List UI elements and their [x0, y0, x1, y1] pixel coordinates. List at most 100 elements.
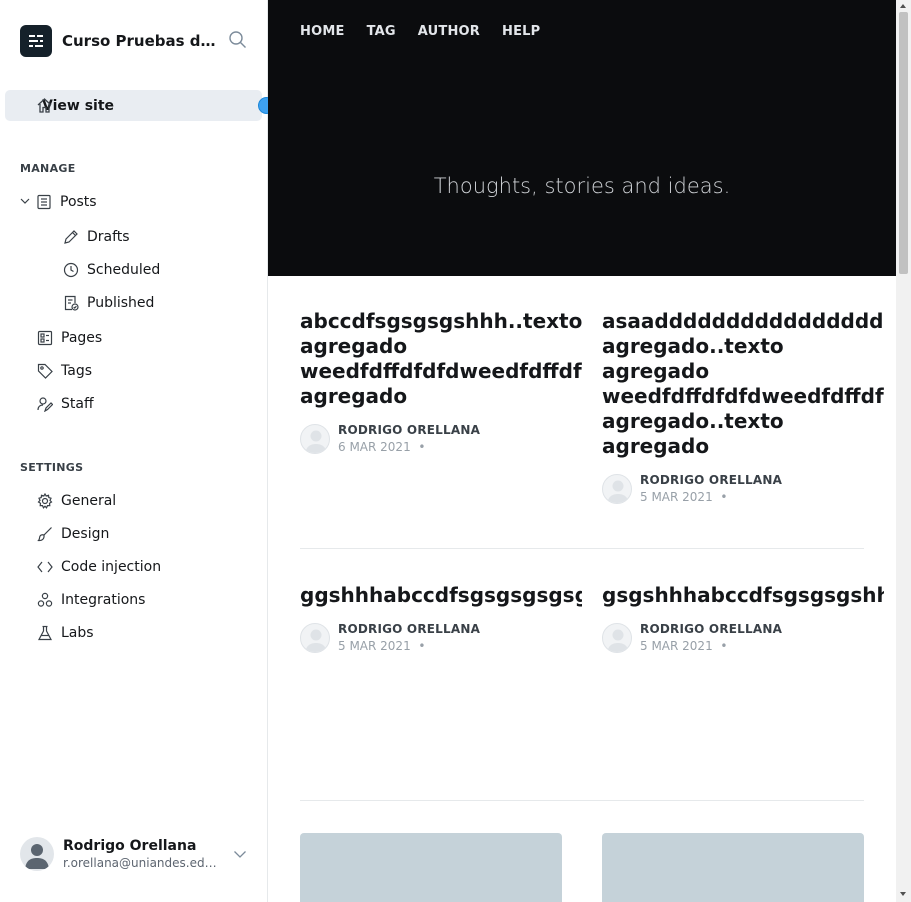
author-avatar[interactable] — [602, 622, 632, 653]
sidebar-item-scheduled[interactable]: Scheduled — [62, 258, 160, 282]
site-logo-icon — [20, 25, 52, 57]
post-title-line: abccdfsgsgsgshhh..texto — [300, 309, 582, 333]
sidebar-item-general[interactable]: General — [36, 489, 116, 513]
chevron-down-icon[interactable] — [20, 194, 32, 210]
site-title: Curso Pruebas de Software — [62, 32, 217, 50]
post-author[interactable]: RODRIGO ORELLANA — [640, 473, 782, 487]
post-author[interactable]: RODRIGO ORELLANA — [338, 423, 480, 437]
sidebar-item-label: Integrations — [61, 592, 146, 608]
meta-separator: • — [418, 639, 426, 653]
sidebar-item-labs[interactable]: Labs — [36, 621, 94, 645]
meta-separator: • — [720, 639, 728, 653]
post-title-line: agregado..texto — [602, 334, 784, 358]
meta-separator: • — [720, 490, 728, 504]
divider — [300, 800, 864, 801]
nav-tag-link[interactable]: TAG — [367, 24, 396, 39]
sidebar-item-posts[interactable]: Posts — [20, 190, 97, 214]
post-date-text: 5 MAR 2021 — [640, 490, 713, 504]
scroll-down-arrow-icon[interactable] — [900, 892, 906, 896]
post-title-line: agregado — [300, 334, 408, 358]
sidebar-item-label: Labs — [61, 625, 94, 641]
scrollbar[interactable] — [896, 0, 911, 902]
post-author[interactable]: RODRIGO ORELLANA — [640, 622, 782, 636]
manage-section-title: MANAGE — [20, 162, 76, 175]
post-author[interactable]: RODRIGO ORELLANA — [338, 622, 480, 636]
scroll-up-arrow-icon[interactable] — [900, 4, 906, 8]
sidebar-item-label: Code injection — [61, 559, 162, 575]
post-title-line: gsgshhhabccdfsgsgsgshhh — [602, 583, 884, 607]
nav-author-link[interactable]: AUTHOR — [418, 24, 480, 39]
post-title-line: agregado — [602, 359, 710, 383]
site-nav: HOME TAG AUTHOR HELP — [300, 24, 562, 39]
post-feature-image[interactable] — [602, 833, 864, 902]
chevron-down-icon[interactable] — [233, 846, 247, 865]
site-brand[interactable]: Curso Pruebas de Software — [20, 24, 217, 58]
post-title-line: agregado — [300, 384, 408, 408]
post-title-line: agregado..texto — [602, 409, 784, 433]
sidebar-item-label: General — [61, 493, 117, 509]
nav-home-link[interactable]: HOME — [300, 24, 345, 39]
sidebar-item-label: Tags — [61, 363, 92, 379]
clock-icon — [62, 261, 80, 279]
tag-icon — [36, 362, 54, 380]
gear-icon — [36, 492, 54, 510]
sidebar-item-drafts[interactable]: Drafts — [62, 225, 130, 249]
site-description: Thoughts, stories and ideas. — [433, 174, 731, 198]
post-title[interactable]: abccdfsgsgsgshhh..texto agregado weedfdf… — [300, 309, 582, 409]
sidebar-item-integrations[interactable]: Integrations — [36, 588, 145, 612]
published-icon — [62, 294, 80, 312]
post-date: 5 MAR 2021 • — [338, 639, 480, 653]
sidebar-item-label: Drafts — [87, 229, 130, 245]
post-card[interactable]: abccdfsgsgsgshhh..texto agregado weedfdf… — [300, 309, 582, 454]
sidebar-item-design[interactable]: Design — [36, 522, 109, 546]
sidebar-item-code-injection[interactable]: Code injection — [36, 555, 161, 579]
post-card[interactable]: asaaddddddddddddddddddddd agregado..text… — [602, 309, 884, 504]
avatar — [20, 837, 54, 871]
post-title[interactable]: gsgshhhabccdfsgsgsgshhh — [602, 583, 884, 608]
post-card[interactable]: gsgshhhabccdfsgsgsgshhh RODRIGO ORELLANA… — [602, 583, 884, 653]
code-icon — [36, 558, 54, 576]
user-menu[interactable]: Rodrigo Orellana r.orellana@uniandes.edu… — [20, 834, 255, 874]
site-preview: HOME TAG AUTHOR HELP Thoughts, stories a… — [268, 0, 896, 902]
flask-icon — [36, 624, 54, 642]
post-date-text: 5 MAR 2021 — [338, 639, 411, 653]
sidebar-item-label: Published — [87, 295, 155, 311]
sidebar-item-label: Staff — [61, 396, 94, 412]
search-icon[interactable] — [228, 30, 248, 50]
user-email: r.orellana@uniandes.edu.co — [63, 856, 223, 870]
pencil-icon — [62, 228, 80, 246]
home-icon — [36, 97, 53, 118]
pages-icon — [36, 329, 54, 347]
author-avatar[interactable] — [300, 423, 330, 454]
author-avatar[interactable] — [300, 622, 330, 653]
sidebar-item-label: Scheduled — [87, 262, 161, 278]
sidebar-item-label: Pages — [61, 330, 103, 346]
post-title[interactable]: ggshhhabccdfsgsgsgsgsgshhh — [300, 583, 582, 608]
sidebar-item-staff[interactable]: Staff — [36, 392, 94, 416]
author-avatar[interactable] — [602, 473, 632, 504]
post-title[interactable]: asaaddddddddddddddddddddd agregado..text… — [602, 309, 884, 459]
post-meta: RODRIGO ORELLANA 5 MAR 2021 • — [602, 473, 884, 504]
scrollbar-thumb[interactable] — [899, 12, 908, 274]
post-meta: RODRIGO ORELLANA 5 MAR 2021 • — [602, 622, 884, 653]
view-site-link[interactable]: View site — [5, 90, 262, 121]
post-title-line: ggshhhabccdfsgsgsgsgsgshhh — [300, 583, 582, 607]
settings-section-title: SETTINGS — [20, 461, 84, 474]
post-meta: RODRIGO ORELLANA 5 MAR 2021 • — [300, 622, 582, 653]
user-info: Rodrigo Orellana r.orellana@uniandes.edu… — [63, 838, 223, 870]
sidebar-item-tags[interactable]: Tags — [36, 359, 92, 383]
sidebar-item-pages[interactable]: Pages — [36, 326, 102, 350]
post-title-line: agregado — [602, 434, 710, 458]
posts-icon — [35, 193, 53, 211]
user-name: Rodrigo Orellana — [63, 838, 197, 854]
brush-icon — [36, 525, 54, 543]
sidebar-item-published[interactable]: Published — [62, 291, 154, 315]
post-date: 5 MAR 2021 • — [640, 490, 782, 504]
post-date-text: 6 MAR 2021 — [338, 440, 411, 454]
post-feature-image[interactable] — [300, 833, 562, 902]
sidebar-item-label: Design — [61, 526, 110, 542]
nav-help-link[interactable]: HELP — [502, 24, 540, 39]
post-card[interactable]: ggshhhabccdfsgsgsgsgsgshhh RODRIGO ORELL… — [300, 583, 582, 653]
post-title-line: asaaddddddddddddddddddddd — [602, 309, 884, 333]
post-title-line: weedfdffdfdfdweedfdffdfdfdfd — [300, 359, 582, 383]
